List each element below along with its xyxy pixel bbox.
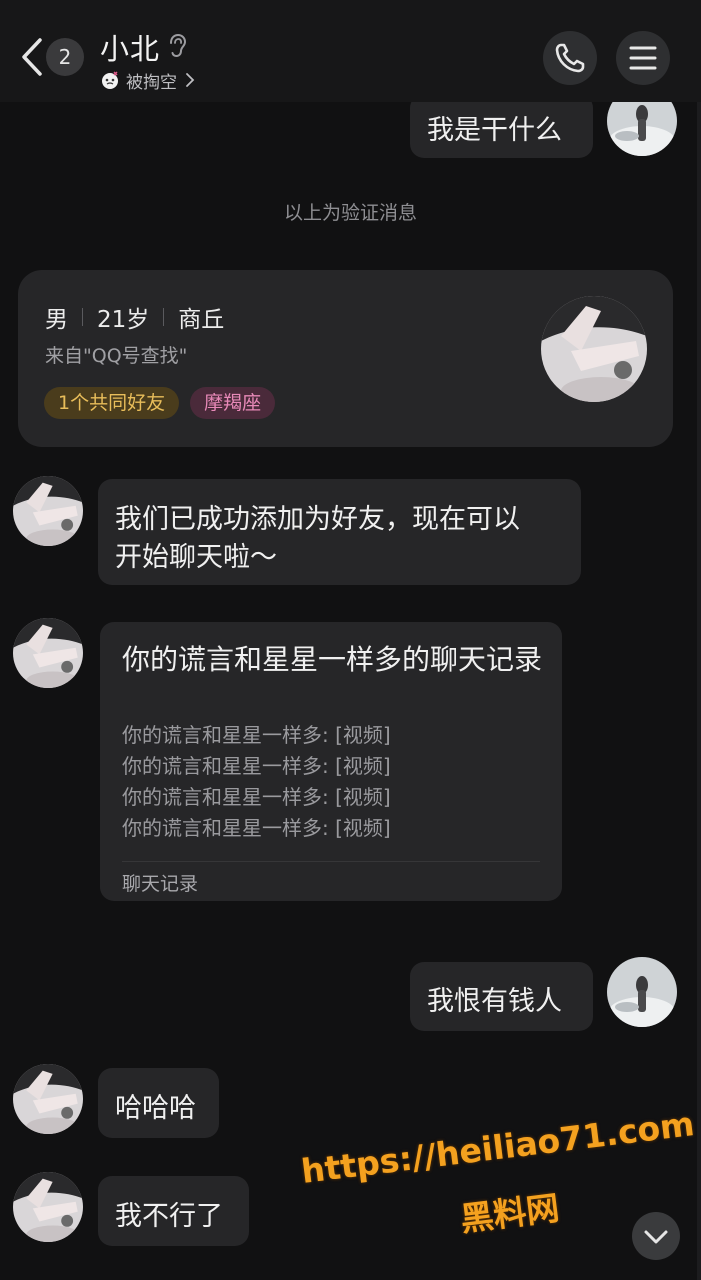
zodiac-tag: 摩羯座 bbox=[190, 387, 276, 419]
contact-avatar[interactable] bbox=[13, 1064, 83, 1134]
chevron-right-icon bbox=[186, 73, 195, 87]
my-avatar[interactable] bbox=[607, 957, 677, 1027]
profile-gender: 男 bbox=[45, 307, 68, 333]
outgoing-message-bubble[interactable]: 我恨有钱人 bbox=[410, 962, 593, 1031]
message-text-line: 开始聊天啦～ bbox=[115, 542, 277, 573]
divider bbox=[122, 861, 540, 862]
outgoing-message-bubble[interactable]: 我是干什么 bbox=[410, 94, 593, 158]
chevron-down-icon bbox=[644, 1230, 668, 1244]
system-message: 以上为验证消息 bbox=[283, 202, 417, 224]
divider bbox=[82, 308, 83, 326]
profile-info-row: 男 21岁 商丘 bbox=[45, 300, 224, 334]
contact-name[interactable]: 小北 bbox=[100, 26, 160, 68]
profile-card[interactable]: 男 21岁 商丘 来自"QQ号查找" 1个共同好友 摩羯座 bbox=[18, 270, 673, 447]
mutual-friends-tag[interactable]: 1个共同好友 bbox=[44, 387, 180, 419]
contact-avatar[interactable] bbox=[13, 476, 83, 546]
status-text: 被掏空 bbox=[126, 72, 177, 93]
scrollbar-track bbox=[697, 0, 701, 1280]
ear-icon bbox=[170, 33, 187, 58]
contact-avatar[interactable] bbox=[13, 618, 83, 688]
chat-record-title: 你的谎言和星星一样多的聊天记录 bbox=[122, 643, 543, 676]
contact-avatar-image bbox=[541, 296, 647, 402]
menu-button[interactable] bbox=[616, 31, 670, 85]
chat-record-line: 你的谎言和星星一样多: [视频] bbox=[122, 816, 391, 840]
chat-record-line: 你的谎言和星星一样多: [视频] bbox=[122, 723, 391, 747]
chat-record-footer: 聊天记录 bbox=[122, 873, 199, 895]
divider bbox=[163, 308, 165, 326]
message-text: 我恨有钱人 bbox=[427, 986, 562, 1017]
message-text: 哈哈哈 bbox=[115, 1093, 196, 1124]
contact-avatar-image bbox=[13, 476, 83, 546]
chat-header: 2 小北 被掏空 bbox=[0, 0, 701, 102]
message-text: 我不行了 bbox=[115, 1201, 223, 1232]
chat-record-line: 你的谎言和星星一样多: [视频] bbox=[122, 785, 391, 809]
contact-avatar-image bbox=[13, 1172, 83, 1242]
incoming-message-bubble[interactable]: 哈哈哈 bbox=[98, 1068, 219, 1138]
contact-avatar[interactable] bbox=[13, 1172, 83, 1242]
profile-city: 商丘 bbox=[178, 307, 225, 333]
contact-avatar-image bbox=[13, 1064, 83, 1134]
status-emoji-icon bbox=[102, 71, 118, 89]
watermark-url: https://heiliao71.com bbox=[299, 1104, 697, 1191]
scroll-to-bottom-button[interactable] bbox=[632, 1212, 680, 1260]
watermark-name: 黑料网 bbox=[458, 1188, 562, 1239]
incoming-message-bubble[interactable]: 我们已成功添加为好友，现在可以 开始聊天啦～ bbox=[98, 479, 581, 585]
chat-record-card[interactable]: 你的谎言和星星一样多的聊天记录 你的谎言和星星一样多: [视频] 你的谎言和星星… bbox=[100, 622, 562, 901]
voice-call-button[interactable] bbox=[543, 31, 597, 85]
my-avatar-image bbox=[607, 957, 677, 1027]
unread-count-badge[interactable]: 2 bbox=[46, 38, 84, 76]
profile-tags: 1个共同好友 摩羯座 bbox=[44, 387, 276, 419]
hamburger-menu-icon bbox=[629, 46, 657, 70]
incoming-message-bubble[interactable]: 我不行了 bbox=[98, 1176, 249, 1246]
message-text: 我是干什么 bbox=[427, 115, 562, 146]
phone-icon bbox=[555, 43, 585, 73]
message-text-line: 我们已成功添加为好友，现在可以 bbox=[115, 504, 520, 535]
contact-avatar-image bbox=[13, 618, 83, 688]
profile-avatar[interactable] bbox=[541, 296, 647, 402]
chat-record-line: 你的谎言和星星一样多: [视频] bbox=[122, 754, 391, 778]
chat-record-preview: 你的谎言和星星一样多: [视频] 你的谎言和星星一样多: [视频] 你的谎言和星… bbox=[122, 720, 391, 844]
profile-source: 来自"QQ号查找" bbox=[45, 345, 188, 367]
status-row[interactable]: 被掏空 bbox=[100, 68, 195, 93]
profile-age: 21岁 bbox=[97, 307, 150, 333]
chat-screen: 2 小北 被掏空 我是干什么 以上为验证消息 男 21岁 商丘 来自"QQ号查找… bbox=[0, 0, 701, 1280]
